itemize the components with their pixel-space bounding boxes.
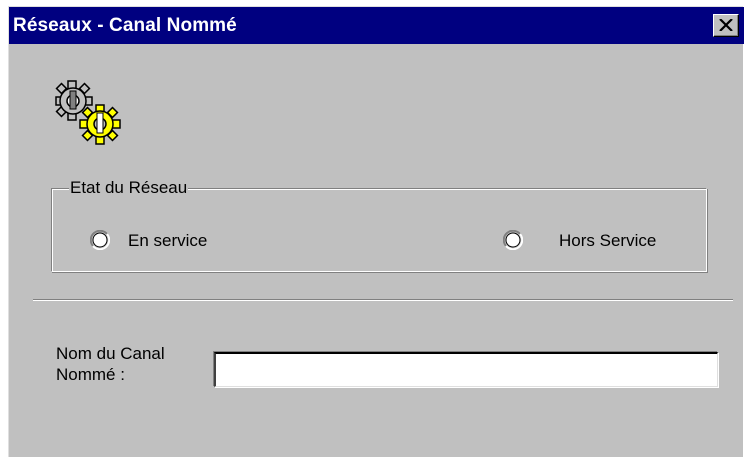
radio-hors-service[interactable] — [502, 229, 524, 251]
radio-circle-icon — [89, 229, 111, 251]
dialog-window: Réseaux - Canal Nommé Etat du Réseau En … — [8, 6, 744, 457]
radio-circle-icon — [502, 229, 524, 251]
network-state-group — [51, 188, 707, 272]
pipe-name-label-line1: Nom du Canal — [56, 344, 165, 363]
pipe-name-label-line2: Nommé : — [56, 365, 125, 384]
window-title: Réseaux - Canal Nommé — [13, 15, 237, 36]
radio-en-service-label[interactable]: En service — [128, 231, 207, 251]
separator-line — [33, 299, 733, 301]
pipe-name-input[interactable] — [214, 352, 718, 387]
close-icon — [719, 19, 733, 31]
network-state-legend: Etat du Réseau — [69, 178, 189, 198]
gears-icon — [55, 80, 121, 145]
close-button[interactable] — [713, 14, 739, 37]
radio-hors-service-label[interactable]: Hors Service — [559, 231, 656, 251]
title-bar[interactable]: Réseaux - Canal Nommé — [9, 7, 744, 44]
pipe-name-label: Nom du Canal Nommé : — [56, 343, 165, 385]
radio-en-service[interactable] — [89, 229, 111, 251]
